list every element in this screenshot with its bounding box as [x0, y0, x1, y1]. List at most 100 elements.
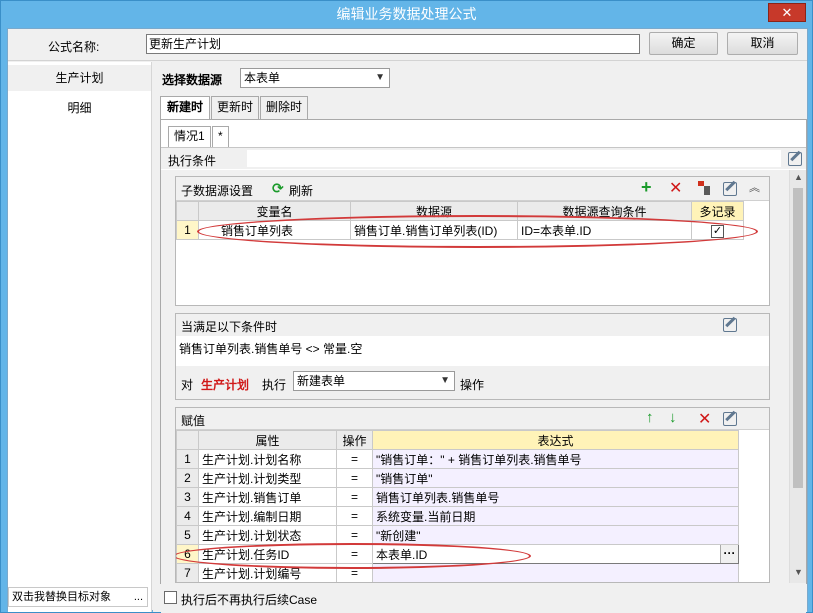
operator-cell[interactable]: = — [336, 487, 373, 507]
data-source-label: 选择数据源 — [162, 73, 223, 87]
expression-cell[interactable]: 系统变量.当前日期 — [372, 506, 739, 526]
property-cell[interactable]: 生产计划.计划名称 — [198, 449, 337, 469]
chevron-down-icon: ▼ — [375, 72, 385, 83]
operator-cell[interactable]: = — [336, 506, 373, 526]
browse-button[interactable]: ... — [134, 588, 143, 606]
dialog-client: 公式名称: 更新生产计划 确定 取消 生产计划 明细 双击我替换目标对象 ...… — [7, 28, 808, 613]
column-header: 多记录 — [691, 201, 744, 221]
row-number-header — [176, 201, 199, 221]
row-number: 5 — [176, 525, 199, 545]
scroll-area: ▲ ▼ 子数据源设置 ⟳ 刷新 + ✕ ︽ 变量名 数据源 数据源查询条件 多记… — [161, 170, 806, 613]
vertical-scrollbar[interactable]: ▲ ▼ — [789, 170, 806, 583]
table-header-row: 属性 操作 表达式 — [176, 430, 739, 450]
expression-cell[interactable]: "销售订单" — [372, 468, 739, 488]
scroll-up-icon[interactable]: ▲ — [794, 172, 803, 182]
collapse-icon[interactable]: ︽ — [749, 179, 760, 195]
table-row[interactable]: 4 生产计划.编制日期 = 系统变量.当前日期 — [176, 506, 739, 526]
stop-subsequent-checkbox[interactable] — [164, 591, 177, 604]
condition-header: 当满足以下条件时 — [176, 314, 769, 336]
data-source-select[interactable]: 本表单 ▼ — [240, 68, 390, 88]
formula-name-row: 公式名称: 更新生产计划 确定 取消 — [8, 29, 807, 61]
add-icon[interactable]: + — [641, 177, 652, 198]
property-cell[interactable]: 生产计划.计划类型 — [198, 468, 337, 488]
target-object-name[interactable]: 生产计划 — [201, 376, 249, 393]
ok-button[interactable]: 确定 — [649, 32, 718, 55]
title-bar: 编辑业务数据处理公式 ✕ — [1, 1, 812, 27]
stop-subsequent-label: 执行后不再执行后续Case — [181, 593, 318, 607]
edit-icon[interactable] — [723, 412, 737, 426]
table-row[interactable]: 2 生产计划.计划类型 = "销售订单" — [176, 468, 739, 488]
operator-cell[interactable]: = — [336, 449, 373, 469]
condition-panel: 当满足以下条件时 销售订单列表.销售单号 <> 常量.空 对 生产计划 执行 新… — [175, 313, 770, 400]
chevron-down-icon: ▼ — [440, 375, 450, 386]
scroll-down-icon[interactable]: ▼ — [794, 567, 803, 577]
link-icon[interactable] — [698, 181, 711, 195]
assign-header: 赋值 ↑ ↓ ✕ — [176, 408, 769, 430]
tab-add-case[interactable]: * — [212, 126, 229, 147]
action-value: 新建表单 — [297, 374, 346, 388]
replace-target-field[interactable]: 双击我替换目标对象 ... — [8, 587, 148, 607]
tab-case-1[interactable]: 情况1 — [168, 126, 211, 147]
data-source-value: 本表单 — [244, 71, 281, 85]
edit-icon[interactable] — [723, 182, 737, 196]
edit-icon[interactable] — [788, 152, 802, 166]
delete-icon[interactable]: ✕ — [698, 409, 711, 429]
subsource-title: 子数据源设置 — [181, 184, 254, 198]
table-row[interactable]: 3 生产计划.销售订单 = 销售订单列表.销售单号 — [176, 487, 739, 507]
exec-condition-row: 执行条件 — [161, 147, 806, 169]
formula-name-label: 公式名称: — [48, 40, 100, 54]
expression-editor-button[interactable]: ··· — [720, 545, 738, 563]
assign-panel: 赋值 ↑ ↓ ✕ 属性 操作 表达式 1 生产计划.计划名称 = "销售订单："… — [175, 407, 770, 583]
refresh-button[interactable]: 刷新 — [289, 182, 313, 199]
operation-label: 操作 — [460, 378, 485, 392]
expression-cell[interactable]: "新创建" — [372, 525, 739, 545]
footer-bar: 执行后不再执行后续Case — [153, 584, 807, 612]
close-icon[interactable]: ✕ — [768, 3, 806, 22]
cancel-button[interactable]: 取消 — [727, 32, 798, 55]
property-cell[interactable]: 生产计划.销售订单 — [198, 487, 337, 507]
sidebar-item-production-plan[interactable]: 生产计划 — [8, 65, 151, 91]
exec-condition-input[interactable] — [247, 150, 781, 167]
exec-label: 执行 — [262, 378, 287, 392]
highlight-ellipse — [197, 215, 758, 248]
row-number: 2 — [176, 468, 199, 488]
exec-condition-label: 执行条件 — [168, 154, 217, 168]
scroll-thumb[interactable] — [793, 188, 803, 488]
move-down-icon[interactable]: ↓ — [669, 409, 677, 426]
dialog-window: 编辑业务数据处理公式 ✕ 公式名称: 更新生产计划 确定 取消 生产计划 明细 … — [0, 0, 813, 613]
column-header: 操作 — [336, 430, 373, 450]
move-up-icon[interactable]: ↑ — [646, 409, 654, 426]
sidebar-item-label: 明细 — [67, 101, 92, 115]
row-number: 1 — [176, 449, 199, 469]
row-number: 3 — [176, 487, 199, 507]
tab-on-create[interactable]: 新建时 — [160, 96, 210, 120]
row-number: 7 — [176, 563, 199, 582]
property-cell[interactable]: 生产计划.计划状态 — [198, 525, 337, 545]
sidebar-item-label: 生产计划 — [55, 71, 104, 85]
edit-icon[interactable] — [723, 318, 737, 332]
formula-name-input[interactable]: 更新生产计划 — [146, 34, 640, 54]
condition-expression[interactable]: 销售订单列表.销售单号 <> 常量.空 — [179, 340, 362, 357]
operator-cell[interactable]: = — [336, 468, 373, 488]
column-header: 表达式 — [372, 430, 739, 450]
sidebar-item-detail[interactable]: 明细 — [8, 95, 151, 121]
target-prefix: 对 — [181, 378, 194, 392]
row-number: 1 — [176, 220, 199, 240]
action-select[interactable]: 新建表单 ▼ — [293, 371, 455, 391]
row-number: 4 — [176, 506, 199, 526]
replace-target-text: 双击我替换目标对象 — [12, 591, 111, 603]
expression-cell[interactable]: 销售订单列表.销售单号 — [372, 487, 739, 507]
object-sidebar: 生产计划 明细 双击我替换目标对象 ... — [8, 62, 152, 612]
property-cell[interactable]: 生产计划.编制日期 — [198, 506, 337, 526]
table-row[interactable]: 5 生产计划.计划状态 = "新创建" — [176, 525, 739, 545]
highlight-ellipse — [176, 543, 531, 569]
refresh-icon[interactable]: ⟳ — [272, 180, 284, 197]
assign-title: 赋值 — [181, 414, 206, 428]
expression-cell[interactable]: "销售订单：" + 销售订单列表.销售单号 — [372, 449, 739, 469]
tab-on-update[interactable]: 更新时 — [211, 96, 259, 119]
table-row[interactable]: 1 生产计划.计划名称 = "销售订单：" + 销售订单列表.销售单号 — [176, 449, 739, 469]
delete-icon[interactable]: ✕ — [669, 178, 682, 198]
operator-cell[interactable]: = — [336, 525, 373, 545]
tab-on-delete[interactable]: 删除时 — [260, 96, 308, 119]
window-title: 编辑业务数据处理公式 — [336, 6, 477, 22]
